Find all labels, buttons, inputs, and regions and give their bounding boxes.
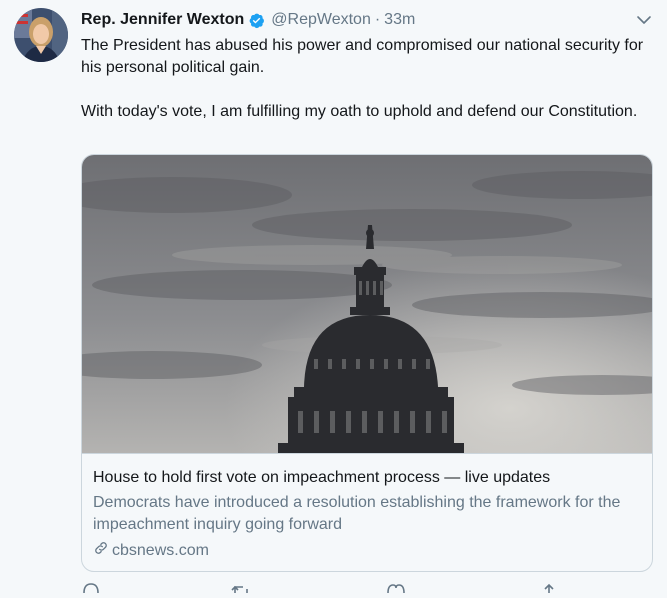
card-description: Democrats have introduced a resolution e… — [93, 494, 621, 533]
link-card[interactable]: House to hold first vote on impeachment … — [81, 154, 653, 572]
tweet-text-paragraph: The President has abused his power and c… — [81, 37, 644, 76]
card-domain-text: cbsnews.com — [112, 541, 209, 559]
timestamp[interactable]: 33m — [384, 11, 415, 29]
tweet-header: Rep. Jennifer Wexton @RepWexton · 33m — [81, 9, 415, 31]
verified-badge-icon — [248, 12, 265, 29]
tweet-text: The President has abused his power and c… — [81, 35, 653, 123]
separator-dot: · — [374, 11, 381, 28]
avatar[interactable] — [14, 8, 68, 62]
card-domain[interactable]: cbsnews.com — [93, 540, 209, 561]
display-name[interactable]: Rep. Jennifer Wexton — [81, 11, 244, 29]
avatar-image — [14, 8, 68, 62]
handle[interactable]: @RepWexton — [271, 11, 371, 29]
card-image — [82, 155, 652, 453]
share-icon[interactable] — [539, 580, 559, 593]
tweet-actions — [81, 580, 641, 594]
chevron-down-icon[interactable] — [636, 12, 652, 28]
retweet-icon[interactable] — [231, 580, 251, 593]
card-title[interactable]: House to hold first vote on impeachment … — [93, 469, 550, 487]
reply-icon[interactable] — [81, 580, 101, 594]
tweet[interactable]: Rep. Jennifer Wexton @RepWexton · 33m Th… — [0, 0, 667, 594]
link-icon — [93, 540, 112, 561]
heart-icon[interactable] — [386, 580, 406, 594]
tweet-text-paragraph: With today's vote, I am fulfilling my oa… — [81, 103, 638, 120]
card-info[interactable]: House to hold first vote on impeachment … — [82, 453, 652, 571]
